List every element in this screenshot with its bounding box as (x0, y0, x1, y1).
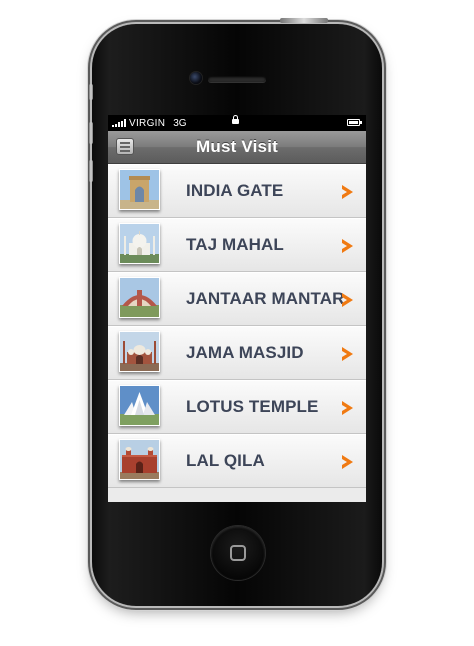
list-item-label: LOTUS TEMPLE (186, 397, 319, 416)
chevron-right-icon (342, 455, 353, 469)
navigation-bar: Must Visit (108, 131, 366, 164)
list-item-india-gate[interactable]: INDIA GATE (108, 164, 366, 218)
places-list: INDIA GATE TAJ MAHAL JANTAAR MANTAR JAMA… (108, 164, 366, 488)
signal-icon (112, 119, 126, 127)
chevron-right-icon (342, 239, 353, 253)
network-type: 3G (173, 117, 187, 129)
battery-icon (347, 119, 362, 126)
volume-up-button[interactable] (89, 122, 93, 144)
home-icon (230, 545, 246, 561)
page-title: Must Visit (196, 137, 278, 156)
chevron-right-icon (342, 293, 353, 307)
list-item-label: JAMA MASJID (186, 343, 304, 362)
lotus-temple-photo (119, 385, 160, 426)
menu-icon (120, 141, 130, 144)
list-item-lal-qila[interactable]: LAL QILA (108, 434, 366, 488)
list-item-label: LAL QILA (186, 451, 265, 470)
chevron-right-icon (342, 347, 353, 361)
jantar-mantar-photo (119, 277, 160, 318)
list-item-jama-masjid[interactable]: JAMA MASJID (108, 326, 366, 380)
carrier-name: VIRGIN (129, 117, 166, 129)
list-item-taj-mahal[interactable]: TAJ MAHAL (108, 218, 366, 272)
list-item-label: JANTAAR MANTAR (186, 289, 345, 308)
taj-mahal-photo (119, 223, 160, 264)
lal-qila-photo (119, 439, 160, 480)
home-button[interactable] (211, 526, 265, 580)
chevron-right-icon (342, 185, 353, 199)
earpiece-speaker (208, 76, 266, 82)
chevron-right-icon (342, 401, 353, 415)
app-screen: VIRGIN 3G Must Visit INDIA GATE TAJ MAHA… (108, 115, 366, 502)
menu-button[interactable] (116, 138, 134, 155)
list-item-jantar-mantar[interactable]: JANTAAR MANTAR (108, 272, 366, 326)
mute-switch[interactable] (89, 84, 93, 100)
front-camera (190, 72, 202, 84)
list-item-lotus-temple[interactable]: LOTUS TEMPLE (108, 380, 366, 434)
india-gate-photo (119, 169, 160, 210)
list-item-label: TAJ MAHAL (186, 235, 284, 254)
status-bar: VIRGIN 3G (108, 115, 366, 131)
list-item-label: INDIA GATE (186, 181, 284, 200)
jama-masjid-photo (119, 331, 160, 372)
power-button[interactable] (280, 18, 328, 23)
volume-down-button[interactable] (89, 160, 93, 182)
lock-icon (232, 115, 239, 124)
